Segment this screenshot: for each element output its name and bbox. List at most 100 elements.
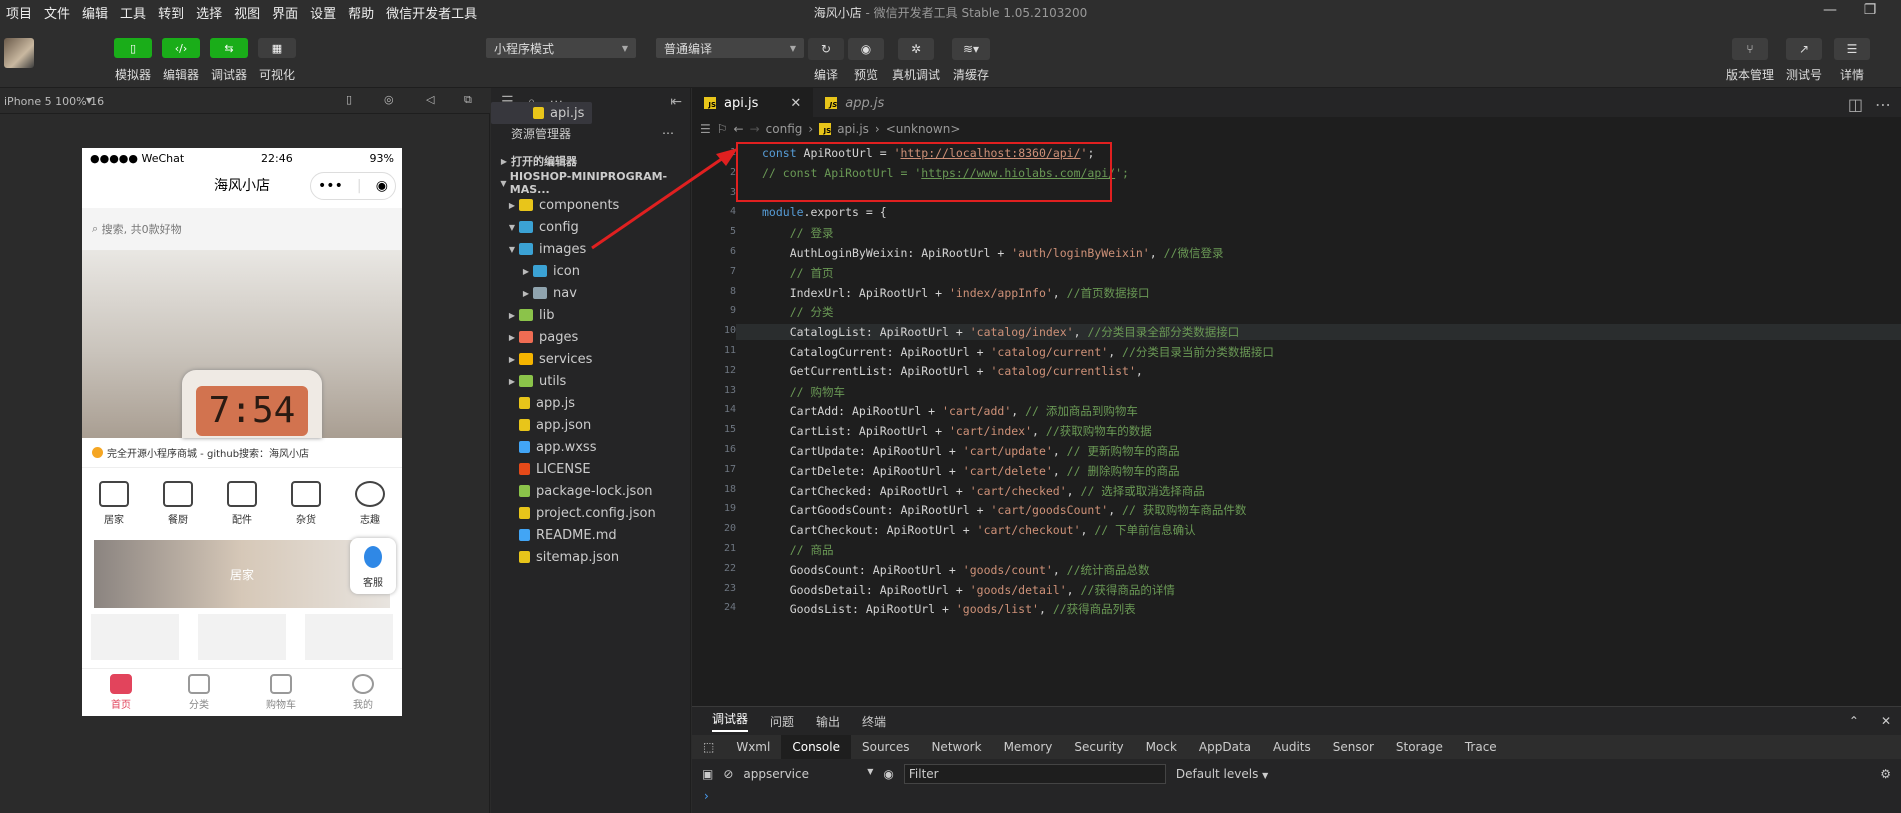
filter-input[interactable]: Filter (903, 764, 1166, 784)
gear-icon[interactable]: ⚙ (1880, 767, 1891, 781)
inspect-icon[interactable]: ⬚ (692, 735, 725, 759)
tree-item[interactable]: README.md (491, 524, 690, 546)
tree-item[interactable]: project.config.json (491, 502, 690, 524)
breadcrumb-item[interactable]: config (766, 122, 803, 136)
block-icon[interactable]: ⊘ (723, 767, 733, 781)
tab-debugger[interactable]: 调试器 (712, 710, 749, 732)
goods-card[interactable] (304, 614, 393, 660)
restore-icon[interactable]: ❐ (1850, 2, 1890, 22)
tab-api-js[interactable]: JS api.js ✕ (692, 88, 814, 118)
code-line[interactable]: // 首页 (762, 265, 834, 281)
panel-tab-console[interactable]: Console (781, 735, 851, 759)
tree-item[interactable]: ▼ images (491, 238, 690, 260)
menu-item[interactable]: 文件 (38, 3, 76, 22)
code-line[interactable]: CartList: ApiRootUrl + 'cart/index', //获… (762, 423, 1152, 439)
tab-terminal[interactable]: 终端 (862, 713, 886, 730)
menu-item[interactable]: 视图 (228, 3, 266, 22)
code-line[interactable]: CartUpdate: ApiRootUrl + 'cart/update', … (762, 443, 1180, 459)
menu-item[interactable]: 编辑 (76, 3, 114, 22)
back-arrow-icon[interactable]: ← (734, 122, 744, 136)
code-line[interactable]: // 分类 (762, 304, 834, 320)
code-line[interactable]: GoodsCount: ApiRootUrl + 'goods/count', … (762, 562, 1150, 578)
tab-app-js[interactable]: JS app.js (813, 88, 896, 118)
debugger-toggle-button[interactable]: ⇆ (210, 38, 248, 58)
forward-arrow-icon[interactable]: → (750, 122, 760, 136)
project-section[interactable]: ▼ HIOSHOP-MINIPROGRAM-MAS... (491, 170, 690, 196)
more-icon[interactable]: ⋯ (662, 126, 674, 140)
capsule-button[interactable]: ••• | ◉ (310, 172, 396, 200)
panel-tab-appdata[interactable]: AppData (1188, 735, 1262, 759)
panel-tab-trace[interactable]: Trace (1454, 735, 1508, 759)
code-line[interactable]: // 商品 (762, 542, 834, 558)
tree-item[interactable]: ▶ pages (491, 326, 690, 348)
levels-select[interactable]: Default levels ▼ (1176, 767, 1268, 781)
code-line[interactable]: AuthLoginByWeixin: ApiRootUrl + 'auth/lo… (762, 245, 1224, 261)
sidebar-toggle-icon[interactable]: ▣ (702, 767, 713, 781)
menu-item[interactable]: 微信开发者工具 (380, 3, 483, 22)
code-line[interactable]: GoodsDetail: ApiRootUrl + 'goods/detail'… (762, 582, 1175, 598)
category-item[interactable]: 志趣 (355, 480, 385, 526)
category-item[interactable]: 餐厨 (163, 480, 193, 526)
tree-item[interactable]: ▶ nav (491, 282, 690, 304)
goods-card[interactable] (197, 614, 286, 660)
bookmark-icon[interactable]: ⚐ (717, 122, 728, 136)
code-line[interactable]: CartCheckout: ApiRootUrl + 'cart/checkou… (762, 522, 1196, 538)
console-prompt[interactable]: › (692, 789, 1901, 803)
preview-button[interactable]: ◉ (848, 38, 884, 60)
editor-toggle-button[interactable]: ‹/› (162, 38, 200, 58)
collapse-panel-icon[interactable]: ⇤ (670, 94, 682, 110)
code-editor[interactable]: 1 const ApiRootUrl = 'http://localhost:83… (692, 140, 1901, 706)
tree-item[interactable]: LICENSE (491, 458, 690, 480)
menu-item[interactable]: 帮助 (342, 3, 380, 22)
breadcrumb-item[interactable]: api.js (837, 122, 869, 136)
context-select[interactable]: appservice ▼ (743, 767, 873, 781)
tree-item[interactable]: ▼ config (491, 216, 690, 238)
open-editors-section[interactable]: ▶ 打开的编辑器 (491, 150, 690, 172)
test-account-button[interactable]: ↗ (1786, 38, 1822, 60)
code-line[interactable]: CartAdd: ApiRootUrl + 'cart/add', // 添加商… (762, 403, 1138, 419)
panel-tab-mock[interactable]: Mock (1135, 735, 1188, 759)
panel-tab-storage[interactable]: Storage (1385, 735, 1454, 759)
code-line[interactable]: // 登录 (762, 225, 834, 241)
eye-icon[interactable]: ◉ (883, 767, 893, 781)
tree-item[interactable]: app.wxss (491, 436, 690, 458)
tree-item[interactable]: sitemap.json (491, 546, 690, 568)
sound-icon[interactable]: ◁ (426, 93, 434, 106)
tree-item[interactable]: app.js (491, 392, 690, 414)
code-line[interactable]: CatalogList: ApiRootUrl + 'catalog/index… (736, 324, 1901, 341)
simulator-toggle-button[interactable]: ▯ (114, 38, 152, 58)
tab-mine[interactable]: 我的 (352, 674, 374, 711)
menu-item[interactable]: 设置 (304, 3, 342, 22)
code-line[interactable]: // 购物车 (762, 384, 845, 400)
code-line[interactable]: GoodsList: ApiRootUrl + 'goods/list', //… (762, 601, 1136, 617)
visual-toggle-button[interactable]: ▦ (258, 38, 296, 58)
compile-select[interactable]: 普通编译 ▼ (656, 38, 804, 58)
tree-item[interactable]: ▶ icon (491, 260, 690, 282)
breadcrumb-item[interactable]: <unknown> (886, 122, 961, 136)
version-button[interactable]: ⑂ (1732, 38, 1768, 60)
panel-tab-wxml[interactable]: Wxml (725, 735, 781, 759)
menu-item[interactable]: 界面 (266, 3, 304, 22)
menu-item[interactable]: 转到 (152, 3, 190, 22)
tab-category[interactable]: 分类 (188, 674, 210, 711)
phone-screen[interactable]: ●●●●● WeChat 22:46 93% 海风小店 ••• | ◉ ⌕ 搜索, … (82, 148, 402, 716)
minimize-icon[interactable]: — (1810, 2, 1850, 22)
panel-tab-sensor[interactable]: Sensor (1322, 735, 1385, 759)
panel-tab-audits[interactable]: Audits (1262, 735, 1322, 759)
code-line[interactable]: module.exports = { (762, 205, 887, 219)
phone-rotate-icon[interactable]: ▯ (346, 93, 352, 106)
avatar[interactable] (4, 38, 34, 68)
close-icon[interactable]: ✕ (790, 96, 801, 111)
code-line[interactable]: CartGoodsCount: ApiRootUrl + 'cart/goods… (762, 502, 1247, 518)
living-banner[interactable]: 居家 (94, 540, 390, 608)
customer-service-button[interactable]: 客服 (350, 538, 396, 594)
code-line[interactable]: CartDelete: ApiRootUrl + 'cart/delete', … (762, 463, 1180, 479)
details-button[interactable]: ☰ (1834, 38, 1870, 60)
search-bar[interactable]: ⌕ 搜索, 共0款好物 (82, 208, 402, 250)
record-icon[interactable]: ◎ (384, 93, 394, 106)
code-line[interactable]: CartChecked: ApiRootUrl + 'cart/checked'… (762, 483, 1205, 499)
chevron-up-icon[interactable]: ⌃ (1849, 714, 1859, 728)
more-icon[interactable]: ⋯ (1875, 95, 1891, 114)
tree-item[interactable]: ▶ components (491, 194, 690, 216)
menu-item[interactable]: 项目 (0, 3, 38, 22)
